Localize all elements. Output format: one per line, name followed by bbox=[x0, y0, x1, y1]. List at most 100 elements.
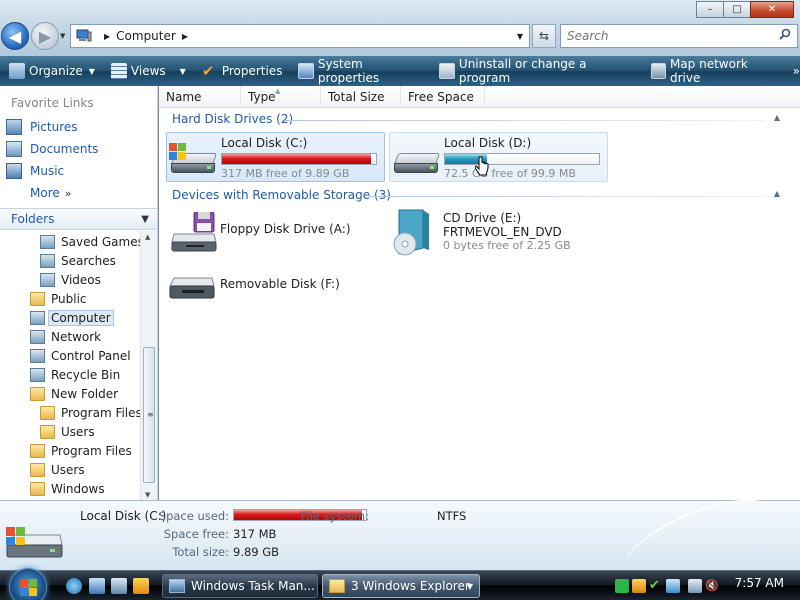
search-icon[interactable] bbox=[779, 28, 791, 40]
drive-free-space: 0 bytes free of 2.25 GB bbox=[443, 239, 571, 252]
computer-icon bbox=[30, 310, 45, 325]
drive-removable-f[interactable]: Removable Disk (F:) bbox=[166, 264, 385, 306]
start-button[interactable] bbox=[9, 568, 47, 600]
toolbar-overflow-button[interactable]: » bbox=[793, 64, 800, 78]
favorite-link-pictures[interactable]: Pictures bbox=[6, 119, 78, 135]
hard-drive-icon bbox=[169, 143, 218, 175]
folder-icon bbox=[30, 386, 45, 401]
tree-item-users[interactable]: Users bbox=[40, 422, 95, 441]
scrollbar-thumb[interactable]: ≡ bbox=[143, 347, 155, 483]
media-player-icon[interactable] bbox=[133, 578, 149, 594]
details-pane: Local Disk (C:) Space used: File system:… bbox=[0, 483, 800, 597]
system-properties-button[interactable]: System properties bbox=[295, 57, 426, 85]
tree-item-network[interactable]: Network bbox=[30, 327, 101, 346]
security-shield-icon[interactable] bbox=[632, 579, 646, 593]
close-button[interactable]: ✕ bbox=[750, 1, 794, 18]
favorite-link-music[interactable]: Music bbox=[6, 163, 64, 179]
favorite-link-documents[interactable]: Documents bbox=[6, 141, 98, 157]
drive-local-disk-d[interactable]: Local Disk (D:) 72.5 GB free of 99.9 MB bbox=[389, 132, 608, 182]
search-box[interactable] bbox=[560, 24, 798, 48]
search-input[interactable] bbox=[567, 26, 767, 46]
breadcrumb-chevron-icon[interactable]: ▶ bbox=[182, 32, 188, 41]
local-disk-large-icon bbox=[4, 525, 64, 561]
favorite-links-more[interactable]: More » bbox=[30, 186, 71, 200]
sort-caret-icon: ▲ bbox=[275, 87, 281, 95]
breadcrumb-computer[interactable]: Computer bbox=[116, 29, 176, 43]
videos-icon bbox=[40, 272, 55, 287]
taskbar-windows-explorer[interactable]: 3 Windows Explorer ▼ bbox=[322, 574, 480, 598]
scroll-down-icon[interactable]: ▼ bbox=[145, 491, 150, 499]
drive-volume-label: FRTMEVOL_EN_DVD bbox=[443, 225, 562, 239]
task-manager-icon bbox=[169, 579, 185, 593]
tray-green-icon[interactable] bbox=[615, 579, 629, 593]
tree-item-program-files[interactable]: Program Files bbox=[30, 441, 132, 460]
folders-title: Folders bbox=[11, 212, 55, 226]
network-status-icon[interactable] bbox=[688, 579, 702, 593]
column-type-label: Type bbox=[248, 90, 276, 104]
views-button[interactable]: Views ▼ bbox=[108, 60, 189, 82]
uninstall-button[interactable]: Uninstall or change a program bbox=[436, 57, 637, 85]
tree-item-windows[interactable]: Windows bbox=[30, 479, 105, 498]
views-label: Views bbox=[130, 64, 166, 78]
column-free-space[interactable]: Free Space bbox=[401, 86, 485, 108]
address-history-dropdown[interactable]: ▼ bbox=[517, 32, 523, 41]
collapse-group-icon[interactable]: ▲ bbox=[774, 113, 780, 122]
forward-button[interactable]: ▶ bbox=[31, 22, 59, 50]
map-network-drive-button[interactable]: Map network drive bbox=[648, 57, 781, 85]
maximize-button[interactable]: □ bbox=[723, 1, 751, 18]
checkmark-icon[interactable]: ✔ bbox=[649, 579, 663, 593]
back-button[interactable]: ◀ bbox=[1, 22, 29, 50]
tree-item-label: New Folder bbox=[51, 386, 119, 401]
drive-usage-bar bbox=[444, 153, 600, 165]
tree-item-label: Videos bbox=[61, 272, 101, 287]
column-type[interactable]: Type ▲ bbox=[241, 86, 321, 108]
file-system-label: File system: bbox=[300, 509, 369, 523]
tree-item-label: Searches bbox=[61, 253, 116, 268]
properties-button[interactable]: ✔ Properties bbox=[199, 60, 286, 82]
refresh-icon: ⇆ bbox=[538, 29, 550, 43]
favorite-link-label: Music bbox=[30, 164, 65, 178]
recent-pages-dropdown[interactable]: ▼ bbox=[60, 32, 68, 40]
internet-explorer-icon[interactable] bbox=[66, 578, 82, 594]
address-bar[interactable]: ▶ Computer ▶ ▼ bbox=[70, 24, 530, 48]
volume-muted-icon[interactable]: 🔇 bbox=[705, 579, 719, 593]
drive-floppy-a[interactable]: Floppy Disk Drive (A:) bbox=[166, 208, 385, 256]
column-header: Name Type ▲ Total Size Free Space bbox=[159, 86, 800, 108]
folders-header[interactable]: Folders ▼ bbox=[0, 208, 157, 230]
navigation-pane: Favorite Links Pictures Documents Music … bbox=[0, 86, 158, 501]
drive-cd-e[interactable]: CD Drive (E:) FRTMEVOL_EN_DVD 0 bytes fr… bbox=[389, 208, 608, 258]
group-hard-disk-drives[interactable]: Hard Disk Drives (2) bbox=[172, 112, 293, 126]
minimize-button[interactable]: – bbox=[696, 1, 724, 18]
drive-local-disk-c[interactable]: Local Disk (C:) 317 MB free of 9.89 GB bbox=[166, 132, 385, 182]
tree-item-program-files[interactable]: Program Files bbox=[40, 403, 140, 422]
tree-item-users[interactable]: Users bbox=[30, 460, 85, 479]
organize-label: Organize bbox=[29, 64, 83, 78]
collapse-group-icon[interactable]: ▲ bbox=[774, 189, 780, 198]
tree-item-searches[interactable]: Searches bbox=[40, 251, 116, 270]
tree-item-control-panel[interactable]: Control Panel bbox=[30, 346, 131, 365]
scroll-up-icon[interactable]: ▲ bbox=[145, 233, 150, 241]
tree-item-new-folder[interactable]: New Folder bbox=[30, 384, 118, 403]
column-total-size[interactable]: Total Size bbox=[321, 86, 401, 108]
tree-item-recycle-bin[interactable]: Recycle Bin bbox=[30, 365, 120, 384]
taskbar-task-manager[interactable]: Windows Task Man... bbox=[162, 574, 318, 598]
window-title-bar: – □ ✕ ◀ ▶ ▼ ▶ Computer ▶ ▼ ⇆ bbox=[0, 0, 800, 56]
switch-windows-icon[interactable] bbox=[111, 578, 127, 594]
clock[interactable]: 7:57 AM bbox=[735, 576, 784, 590]
tree-item-label: Program Files bbox=[51, 443, 132, 458]
folder-tree-scrollbar[interactable]: ▲ ≡ ▼ bbox=[140, 231, 157, 501]
file-system-value: NTFS bbox=[437, 509, 467, 523]
column-name[interactable]: Name bbox=[159, 86, 241, 108]
tree-item-saved-games[interactable]: Saved Games bbox=[40, 232, 140, 251]
group-removable-storage[interactable]: Devices with Removable Storage (3) bbox=[172, 188, 391, 202]
tree-item-public[interactable]: Public bbox=[30, 289, 87, 308]
tree-item-videos[interactable]: Videos bbox=[40, 270, 101, 289]
refresh-button[interactable]: ⇆ bbox=[532, 24, 556, 48]
show-desktop-icon[interactable] bbox=[89, 578, 105, 594]
space-free-value: 317 MB bbox=[233, 527, 277, 541]
taskbar: Windows Task Man... 3 Windows Explorer ▼… bbox=[0, 568, 800, 600]
organize-button[interactable]: Organize ▼ bbox=[6, 60, 98, 82]
tray-app-icon[interactable] bbox=[666, 579, 680, 593]
tree-item-label: Recycle Bin bbox=[51, 367, 121, 382]
tree-item-computer[interactable]: Computer bbox=[30, 308, 114, 327]
